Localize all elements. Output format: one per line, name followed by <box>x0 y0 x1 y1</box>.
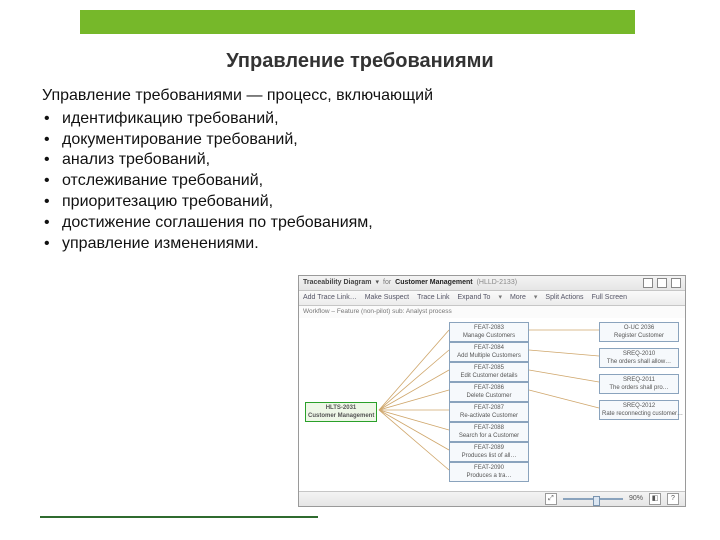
diagram-canvas[interactable]: HLTS-2031 Customer Management FEAT-2083M… <box>299 318 685 492</box>
toolbar-more[interactable]: More <box>510 291 526 305</box>
diagram-node[interactable]: FEAT-2086Delete Customer <box>449 382 529 402</box>
panel-toolbar: Add Trace Link… Make Suspect Trace Link … <box>299 291 685 306</box>
bullet-item: управление изменениями. <box>62 234 682 255</box>
diagram-node[interactable]: FEAT-2084Add Multiple Customers <box>449 342 529 362</box>
diagram-node[interactable]: SREQ-2011The orders shall pro… <box>599 374 679 394</box>
bullet-item: анализ требований, <box>62 150 682 171</box>
diagram-node[interactable]: O-UC 2036Register Customer <box>599 322 679 342</box>
bullet-item: приоритезацию требований, <box>62 192 682 213</box>
diagram-node[interactable]: FEAT-2088Search for a Customer <box>449 422 529 442</box>
repaint-icon[interactable]: ◧ <box>649 493 661 505</box>
panel-title-for: for <box>383 276 391 290</box>
toolbar-split-actions[interactable]: Split Actions <box>545 291 583 305</box>
toolbar-trace-link[interactable]: Trace Link <box>417 291 449 305</box>
bullet-item: отслеживание требований, <box>62 171 682 192</box>
panel-titlebar: Traceability Diagram ▾ for Customer Mana… <box>299 276 685 291</box>
toolbar-make-suspect[interactable]: Make Suspect <box>365 291 409 305</box>
bullet-item: документирование требований, <box>62 130 682 151</box>
toolbar-expand-to[interactable]: Expand To <box>457 291 490 305</box>
diagram-node[interactable]: FEAT-2087Re-activate Customer <box>449 402 529 422</box>
help-icon[interactable]: ? <box>667 493 679 505</box>
bullet-item: достижение соглашения по требованиям, <box>62 213 682 234</box>
toolbar-full-screen[interactable]: Full Screen <box>592 291 627 305</box>
diagram-node[interactable]: FEAT-2090Produces a tra… <box>449 462 529 482</box>
slide-title: Управление требованиями <box>0 50 720 73</box>
bullet-item: идентификацию требований, <box>62 109 682 130</box>
green-footer-line <box>40 516 318 518</box>
diagram-node[interactable]: FEAT-2085Edit Customer details <box>449 362 529 382</box>
diagram-node[interactable]: SREQ-2012Rate reconnecting customer… <box>599 400 679 420</box>
close-icon[interactable] <box>671 278 681 288</box>
maximize-icon[interactable] <box>657 278 667 288</box>
intro-text: Управление требованиями — процесс, включ… <box>42 86 682 107</box>
node-id: HLTS-2031 <box>308 404 374 412</box>
panel-title-label: Traceability Diagram <box>303 276 371 290</box>
bullet-list: идентификацию требований, документирован… <box>42 109 682 255</box>
diagram-node[interactable]: FEAT-2083Manage Customers <box>449 322 529 342</box>
diagram-node[interactable]: SREQ-2010The orders shall allow… <box>599 348 679 368</box>
zoom-slider[interactable] <box>563 498 623 500</box>
green-header-bar <box>80 10 635 34</box>
dropdown-icon[interactable]: ▾ <box>375 276 379 290</box>
slide-body: Управление требованиями — процесс, включ… <box>42 86 682 254</box>
diagram-node[interactable]: FEAT-2089Produces list of all… <box>449 442 529 462</box>
panel-title-object: Customer Management <box>395 276 472 290</box>
node-name: Customer Management <box>308 412 374 420</box>
panel-statusbar: ⤢ 90% ◧ ? <box>299 491 685 506</box>
zoom-fit-icon[interactable]: ⤢ <box>545 493 557 505</box>
toolbar-add-trace-link[interactable]: Add Trace Link… <box>303 291 357 305</box>
traceability-diagram-panel: Traceability Diagram ▾ for Customer Mana… <box>298 275 686 507</box>
zoom-value: 90% <box>629 492 643 506</box>
minimize-icon[interactable] <box>643 278 653 288</box>
diagram-root[interactable]: HLTS-2031 Customer Management <box>305 402 377 422</box>
panel-title-id: (HLLD-2133) <box>477 276 517 290</box>
